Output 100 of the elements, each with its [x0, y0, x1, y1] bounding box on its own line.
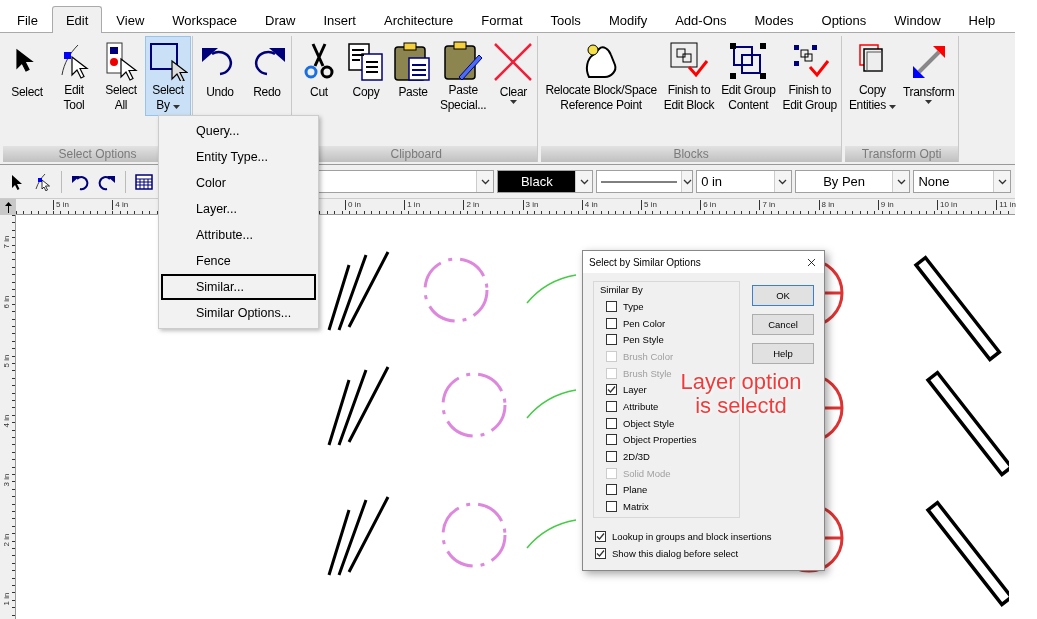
menu-tab[interactable]: Add-Ons: [661, 6, 741, 33]
checkbox[interactable]: [606, 384, 617, 396]
option-label: Plane: [623, 484, 648, 496]
ribbon-button[interactable]: Relocate Block/Space Reference Point: [542, 36, 660, 116]
option-label: Lookup in groups and block insertions: [612, 530, 772, 542]
menu-tab[interactable]: Architecture: [369, 6, 468, 33]
menu-tab[interactable]: Modes: [740, 6, 808, 33]
arc-drawing: [526, 389, 577, 419]
option-label: Object Style: [623, 417, 675, 429]
menu-tab[interactable]: Options: [807, 6, 881, 33]
ruler-label: 5 in: [53, 200, 69, 210]
menu-tab[interactable]: Window: [880, 6, 955, 33]
menu-tab[interactable]: Draw: [251, 6, 310, 33]
menu-tab[interactable]: Insert: [309, 6, 370, 33]
checkbox[interactable]: [606, 434, 617, 446]
option-label: Brush Style: [623, 367, 672, 379]
ribbon-button[interactable]: Undo: [197, 36, 243, 116]
ruler-label: 9 in: [877, 200, 894, 210]
cross-mark-icon: [493, 42, 534, 82]
combo-box[interactable]: By Pen: [794, 170, 911, 193]
menu-tab[interactable]: Help: [954, 6, 1010, 33]
menu-tab[interactable]: Workspace: [158, 6, 252, 33]
option-label: Attribute: [623, 400, 659, 412]
checkbox[interactable]: [606, 317, 617, 329]
combo-box[interactable]: Black: [497, 170, 594, 193]
ribbon-button[interactable]: Cut: [296, 36, 342, 116]
menu-item[interactable]: Similar...: [161, 274, 316, 300]
ruler-label: 1 in: [2, 592, 13, 606]
ribbon-button[interactable]: Redo: [244, 36, 290, 116]
ribbon-button[interactable]: Paste: [390, 36, 436, 116]
combo-box[interactable]: [596, 170, 694, 193]
option-label: Brush Color: [623, 350, 674, 362]
chevron-down-icon: [682, 178, 692, 185]
group-label: Transform Opti: [861, 147, 942, 161]
checkbox[interactable]: [606, 300, 617, 312]
chevron-down-icon: [997, 178, 1007, 185]
checkbox[interactable]: [606, 417, 617, 429]
menu-tab[interactable]: View: [102, 6, 159, 33]
menu-item[interactable]: Fence: [161, 248, 316, 274]
dialog-button[interactable]: OK: [752, 285, 814, 306]
ruler-label: 5 in: [641, 200, 657, 210]
menu-item[interactable]: Similar Options...: [161, 300, 316, 326]
clipboard-icon: [393, 42, 433, 82]
ribbon-button[interactable]: Paste Special...: [437, 36, 490, 116]
menu-tab[interactable]: Format: [467, 6, 537, 33]
group-squares-icon: [728, 41, 769, 81]
menu-tab[interactable]: Edit: [51, 6, 103, 33]
ruler-label: 2 in: [2, 533, 13, 546]
dialog-button[interactable]: Cancel: [752, 314, 814, 335]
ribbon-button[interactable]: Copy: [343, 36, 389, 116]
chevron-down-icon: [579, 178, 589, 185]
ribbon-button[interactable]: Clear: [490, 36, 537, 116]
ruler-label: 10 in: [937, 200, 958, 210]
checkbox[interactable]: [606, 451, 617, 463]
ribbon-button[interactable]: Finish to Edit Group: [779, 36, 840, 116]
ruler-label: 3 in: [2, 473, 13, 487]
menu-item[interactable]: Layer...: [161, 196, 316, 222]
ribbon-button[interactable]: Select: [4, 36, 50, 116]
option-label: Show this dialog before select: [612, 547, 739, 559]
menu-item[interactable]: Entity Type...: [161, 144, 316, 170]
ruler-label: 0 in: [345, 200, 361, 210]
ruler-label: 1 in: [404, 200, 421, 210]
chevron-down-icon: [896, 178, 906, 185]
documents-icon: [346, 42, 386, 82]
ribbon-button[interactable]: Copy Entities: [845, 36, 899, 116]
select-rectangle-icon: [148, 41, 188, 81]
group-label: Select Options: [58, 147, 137, 161]
option-label: Object Properties: [623, 434, 697, 446]
combo-box[interactable]: 0 in: [696, 170, 792, 193]
ruler-label: 6 in: [700, 200, 717, 210]
arc-drawing: [526, 519, 577, 549]
menu-tab[interactable]: Tools: [536, 6, 595, 33]
dialog-button[interactable]: Help: [752, 343, 814, 364]
checkbox[interactable]: [606, 484, 617, 496]
ribbon-button[interactable]: Select By: [145, 36, 191, 116]
ribbon-button[interactable]: Edit Group Content: [718, 36, 779, 116]
ruler-label: 3 in: [522, 200, 539, 210]
ribbon-button[interactable]: Edit Tool: [51, 36, 97, 116]
menu-tab[interactable]: Modify: [594, 6, 662, 33]
checkbox[interactable]: [595, 530, 606, 542]
checkbox[interactable]: [606, 400, 617, 412]
checkbox[interactable]: [595, 547, 606, 559]
chevron-down-icon: [778, 178, 788, 185]
ruler-label: 4 in: [112, 200, 129, 210]
checkbox[interactable]: [606, 501, 617, 513]
menu-item[interactable]: Query...: [161, 118, 316, 144]
option-label: Layer: [623, 384, 647, 396]
combo-box[interactable]: None: [913, 170, 1012, 193]
option-label: Matrix: [623, 501, 649, 513]
ribbon-button[interactable]: Transform: [899, 36, 958, 116]
checkbox[interactable]: [606, 334, 617, 346]
ruler-corner[interactable]: [0, 199, 16, 215]
ruler-label: 11 in: [996, 200, 1016, 210]
dashed-circle-drawing: [423, 257, 489, 323]
dashed-circle-drawing: [441, 502, 507, 568]
ribbon-button[interactable]: Select All: [98, 36, 144, 116]
menu-tab[interactable]: File: [3, 6, 52, 33]
menu-item[interactable]: Attribute...: [161, 222, 316, 248]
ribbon-button[interactable]: Finish to Edit Block: [660, 36, 718, 116]
menu-item[interactable]: Color: [161, 170, 316, 196]
